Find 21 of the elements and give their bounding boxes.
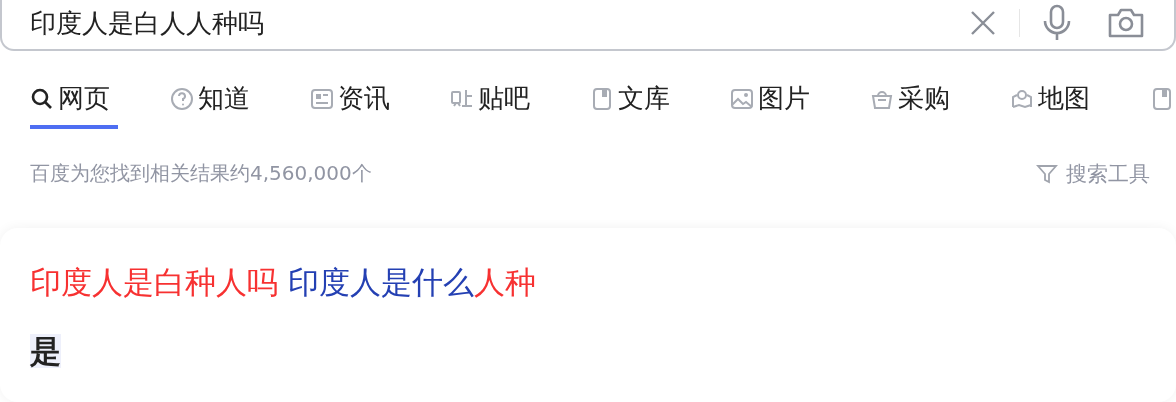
tab[interactable]: 贴吧 <box>450 82 538 129</box>
tab[interactable]: 采购 <box>870 82 958 129</box>
microphone-button[interactable] <box>1042 4 1072 43</box>
result-title-link[interactable]: 印度人是白种人吗 印度人是什么人种 <box>30 261 1146 304</box>
image-icon <box>730 86 754 111</box>
search-icon <box>30 86 54 111</box>
document-icon <box>1150 86 1174 111</box>
question-icon <box>170 86 194 111</box>
news-icon <box>310 86 334 111</box>
tab[interactable]: 网页 <box>30 82 118 129</box>
search-query: 印度人是白人人种吗 <box>30 6 265 40</box>
result-count: 百度为您找到相关结果约4,560,000个 <box>30 160 372 188</box>
tab[interactable]: 知道 <box>170 82 258 129</box>
search-field[interactable]: 印度人是白人人种吗 <box>0 0 1176 51</box>
tab[interactable]: 地图 <box>1010 82 1098 129</box>
tab[interactable]: 资讯 <box>310 82 398 129</box>
tab[interactable]: 文库 <box>590 82 678 129</box>
answer-text: 是 <box>30 333 61 368</box>
filter-icon <box>1036 162 1058 185</box>
tab[interactable]: 图片 <box>730 82 818 129</box>
document-icon <box>590 86 614 111</box>
